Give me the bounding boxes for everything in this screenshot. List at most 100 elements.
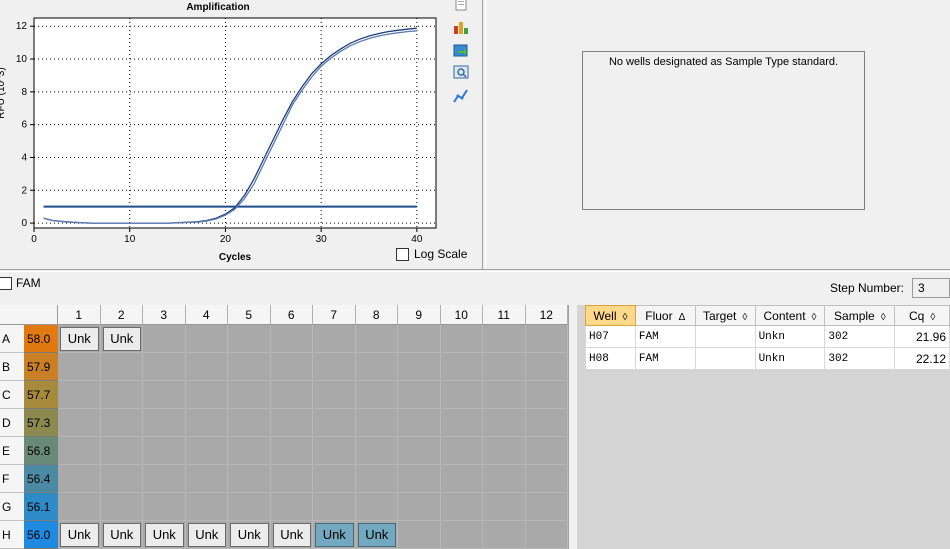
table-cell-content[interactable]: Unkn [754,325,826,348]
table-row[interactable]: H07 FAM Unkn 302 21.96 [585,325,950,348]
plate-well[interactable] [483,465,526,493]
plate-column-header[interactable]: 8 [355,305,398,325]
plate-well[interactable] [185,437,228,465]
plate-column-header[interactable]: 6 [270,305,313,325]
plate-well[interactable] [185,493,228,521]
export-icon[interactable] [452,41,470,59]
sort-icon[interactable]: Δ [679,312,686,323]
plate-well-sample[interactable]: Unk [60,327,99,351]
plate-well[interactable] [143,325,186,353]
plate-well[interactable] [313,493,356,521]
plate-well[interactable] [100,409,143,437]
plate-well[interactable] [100,493,143,521]
plate-well-sample[interactable]: Unk [357,523,396,547]
plate-well[interactable] [313,325,356,353]
plate-well[interactable] [398,493,441,521]
plate-column-header[interactable]: 9 [398,305,441,325]
plate-well[interactable] [525,409,568,437]
plate-well[interactable] [525,325,568,353]
copy-icon[interactable] [452,0,470,14]
log-scale-checkbox[interactable] [396,247,409,261]
table-cell-content[interactable]: Unkn [754,347,826,370]
plate-well[interactable] [440,465,483,493]
sort-icon[interactable]: ◊ [812,312,817,323]
fluor-selector[interactable]: FAM [0,276,41,290]
plate-row-header[interactable]: F [0,465,24,493]
plate-well[interactable] [270,409,313,437]
step-number-field[interactable]: 3 [912,278,950,298]
plate-well[interactable] [440,325,483,353]
chart-options-icon[interactable] [452,18,470,36]
plate-well[interactable] [143,493,186,521]
plate-column-header[interactable]: 2 [100,305,143,325]
plate-well[interactable] [228,409,271,437]
table-cell-sample[interactable]: 302 [824,347,896,370]
plate-well[interactable] [270,465,313,493]
plate-well[interactable] [228,353,271,381]
plate-well[interactable] [440,521,483,549]
plate-row-header[interactable]: B [0,353,24,381]
plate-column-header[interactable]: 4 [185,305,228,325]
sort-icon[interactable]: ◊ [742,312,747,323]
plate-well[interactable] [313,465,356,493]
plate-row-header[interactable]: A [0,325,24,353]
table-cell-cq[interactable]: 22.12 [894,347,950,370]
plate-well[interactable] [143,437,186,465]
plate-well[interactable] [398,437,441,465]
table-cell-fluor[interactable]: FAM [634,347,696,370]
plate-well[interactable] [398,465,441,493]
plate-well[interactable] [58,437,101,465]
plate-well[interactable] [483,437,526,465]
plate-well[interactable] [313,353,356,381]
plate-well[interactable] [355,353,398,381]
plate-well[interactable] [398,409,441,437]
sort-icon[interactable]: ◊ [623,312,628,323]
plate-row-header[interactable]: E [0,437,24,465]
column-header-fluor[interactable]: Fluor Δ [634,305,696,326]
plate-well[interactable] [355,493,398,521]
plate-well[interactable] [228,493,271,521]
plate-splitter[interactable] [568,305,577,549]
plate-well[interactable] [355,465,398,493]
plate-well[interactable] [185,325,228,353]
horizontal-splitter[interactable] [0,269,950,272]
plate-well[interactable] [398,325,441,353]
plate-well[interactable] [143,465,186,493]
plate-well[interactable] [185,409,228,437]
plate-well[interactable] [58,353,101,381]
plate-well[interactable] [525,521,568,549]
plate-well-sample[interactable]: Unk [230,523,269,547]
plate-well[interactable] [355,381,398,409]
trace-icon[interactable] [452,87,470,105]
plate-well[interactable] [228,325,271,353]
column-header-content[interactable]: Content ◊ [754,305,826,326]
plate-well[interactable] [483,353,526,381]
plate-well[interactable] [270,381,313,409]
plate-well[interactable] [100,353,143,381]
plate-well[interactable] [185,353,228,381]
zoom-icon[interactable] [452,63,470,81]
plate-column-header[interactable]: 10 [440,305,483,325]
plate-well-sample[interactable]: Unk [145,523,184,547]
plate-well[interactable] [525,437,568,465]
plate-well[interactable] [355,325,398,353]
plate-column-header[interactable]: 1 [58,305,101,325]
plate-well[interactable] [313,437,356,465]
plate-well[interactable] [313,409,356,437]
plate-well[interactable] [440,493,483,521]
table-cell-sample[interactable]: 302 [824,325,896,348]
plate-well[interactable] [398,381,441,409]
plate-well[interactable] [228,381,271,409]
plate-well[interactable] [58,465,101,493]
plate-column-header[interactable]: 11 [483,305,526,325]
plate-well[interactable] [440,409,483,437]
plate-well[interactable] [440,381,483,409]
plate-well[interactable] [58,381,101,409]
plate-well[interactable] [313,381,356,409]
plate-well[interactable] [483,493,526,521]
plate-well[interactable] [270,353,313,381]
table-cell-fluor[interactable]: FAM [634,325,696,348]
plate-well[interactable] [58,493,101,521]
plate-well[interactable] [100,381,143,409]
plate-row-header[interactable]: G [0,493,24,521]
